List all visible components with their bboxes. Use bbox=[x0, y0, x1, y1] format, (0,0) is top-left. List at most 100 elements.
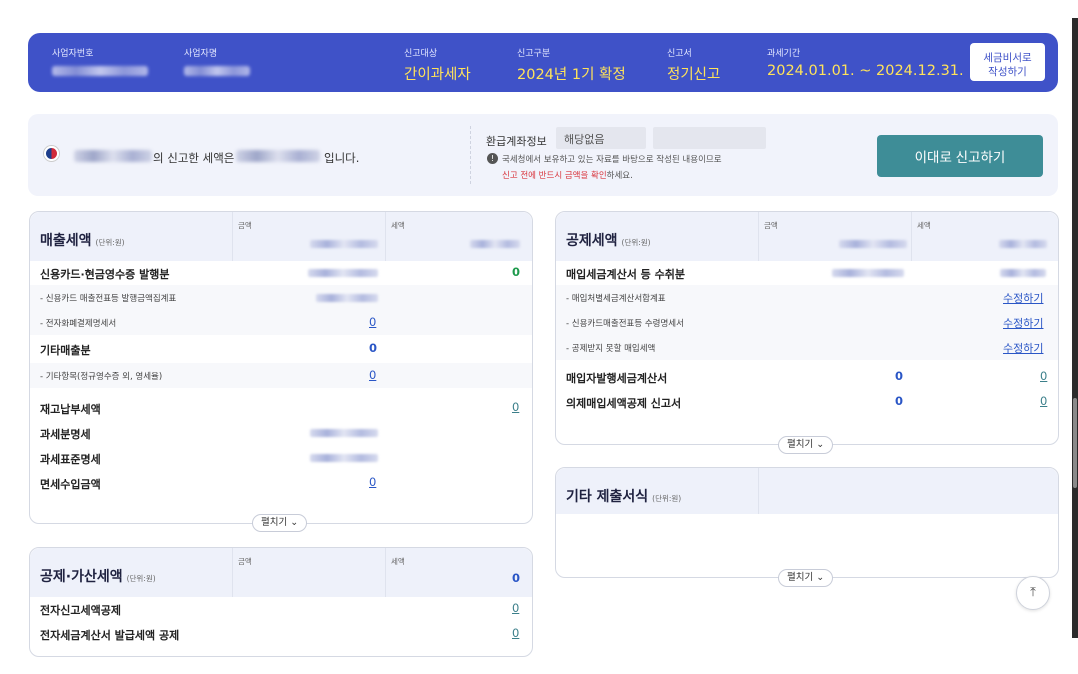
col-amount-label: 금액 bbox=[238, 221, 252, 230]
row-sub-label: - 매입처별세금계산서합계표 bbox=[566, 294, 666, 304]
table-row: 전자세금계산서 발급세액 공제 0 bbox=[30, 621, 532, 646]
col-tax-label: 세액 bbox=[391, 557, 405, 566]
biz-no-value-masked bbox=[52, 66, 148, 76]
other-forms-title-text: 기타 제출서식 bbox=[566, 489, 649, 505]
buyer-invoice-tax-link[interactable]: 0 bbox=[1040, 369, 1047, 383]
deduction-title-text: 공제세액 bbox=[566, 233, 618, 249]
expand-button[interactable]: 펼치기 ⌄ bbox=[252, 514, 308, 532]
file-as-is-button[interactable]: 이대로 신고하기 bbox=[877, 135, 1043, 177]
col-separator bbox=[232, 548, 233, 597]
biz-name-label: 사업자명 bbox=[184, 49, 218, 59]
expand-button[interactable]: 펼치기 ⌄ bbox=[778, 569, 834, 587]
row-label: 과세분명세 bbox=[40, 428, 91, 441]
e-invoice-credit-link[interactable]: 0 bbox=[512, 626, 519, 640]
deduction-tax-total-masked bbox=[999, 240, 1047, 248]
other-forms-card-header: 기타 제출서식 (단위:원) bbox=[556, 468, 1058, 514]
deduct-add-card-header: 공제·가산세액 (단위:원) 금액 세액 0 bbox=[30, 548, 532, 597]
row-amount-value: 0 bbox=[369, 341, 378, 355]
e-money-amount-link[interactable]: 0 bbox=[369, 315, 376, 329]
row-label: 전자신고세액공제 bbox=[40, 604, 121, 617]
table-row: 기타매출분 0 bbox=[30, 336, 532, 361]
col-tax-label: 세액 bbox=[391, 221, 405, 230]
col-separator bbox=[385, 548, 386, 597]
row-label: 기타매출분 bbox=[40, 344, 91, 357]
table-row: - 기타항목(정규영수증 외, 영세율) 0 bbox=[30, 363, 532, 388]
other-item-amount-link[interactable]: 0 bbox=[369, 368, 376, 382]
filing-info-header: 사업자번호 사업자명 신고대상 간이과세자 신고구분 2024년 1기 확정 신… bbox=[28, 33, 1058, 92]
other-forms-card: 기타 제출서식 (단위:원) 펼치기 ⌄ bbox=[555, 467, 1059, 587]
expand-button[interactable]: 펼치기 ⌄ bbox=[778, 436, 834, 454]
edit-link[interactable]: 수정하기 bbox=[1003, 340, 1043, 356]
arrow-up-icon[interactable]: ⤒ bbox=[1016, 576, 1050, 610]
table-row: 전자신고세액공제 0 bbox=[30, 596, 532, 621]
biz-name-value-masked bbox=[184, 66, 250, 76]
deduct-add-unit: (단위:원) bbox=[126, 574, 156, 583]
form-label: 신고서 bbox=[667, 49, 692, 59]
other-forms-title: 기타 제출서식 (단위:원) bbox=[566, 486, 681, 506]
deemed-tax-link[interactable]: 0 bbox=[1040, 394, 1047, 408]
col-separator bbox=[758, 468, 759, 514]
table-row: - 전자화폐결제명세서 0 bbox=[30, 310, 532, 335]
amount-masked bbox=[310, 429, 378, 437]
sales-amount-total-masked bbox=[310, 240, 378, 248]
taxpayer-name-masked bbox=[74, 150, 152, 162]
type-label: 신고구분 bbox=[517, 49, 551, 59]
table-row: - 매입처별세금계산서합계표 수정하기 bbox=[556, 285, 1058, 310]
table-row: 신용카드·현금영수증 발행분 0 bbox=[30, 260, 532, 285]
notice-line-2: 신고 전에 반드시 금액을 확인하세요. bbox=[502, 169, 633, 181]
row-sub-label: - 기타항목(정규영수증 외, 영세율) bbox=[40, 372, 163, 382]
table-row: - 신용카드매출전표등 수령명세서 수정하기 bbox=[556, 310, 1058, 335]
table-row: 과세표준명세 bbox=[30, 445, 532, 470]
amount-masked bbox=[308, 269, 378, 277]
sales-tax-card: 매출세액 (단위:원) 금액 세액 신용카드·현금영수증 발행분 0 - 신용카드… bbox=[29, 211, 533, 532]
sales-tax-unit: (단위:원) bbox=[95, 238, 125, 247]
deduct-add-total-value: 0 bbox=[512, 571, 521, 585]
tax-amount-masked bbox=[236, 150, 320, 162]
tax-assistant-button[interactable]: 세금비서로 작성하기 bbox=[970, 43, 1045, 81]
target-value: 간이과세자 bbox=[404, 67, 471, 83]
table-row: - 신용카드 매출전표등 발행금액집계표 bbox=[30, 285, 532, 310]
table-row: 매입세금계산서 등 수취분 bbox=[556, 260, 1058, 285]
col-separator bbox=[385, 212, 386, 261]
amount-masked bbox=[310, 454, 378, 462]
expand-label: 펼치기 bbox=[261, 517, 288, 528]
page-scrollbar[interactable] bbox=[1072, 18, 1078, 638]
row-sub-label: - 신용카드 매출전표등 발행금액집계표 bbox=[40, 294, 177, 304]
inventory-tax-link[interactable]: 0 bbox=[512, 400, 519, 414]
row-sub-label: - 공제받지 못할 매입세액 bbox=[566, 344, 656, 354]
edit-link[interactable]: 수정하기 bbox=[1003, 290, 1043, 306]
table-row: 매입자발행세금계산서 0 0 bbox=[556, 364, 1058, 389]
summary-divider bbox=[470, 126, 471, 184]
info-icon: ! bbox=[487, 153, 498, 164]
col-amount-label: 금액 bbox=[238, 557, 252, 566]
deduct-add-tax-card: 공제·가산세액 (단위:원) 금액 세액 0 전자신고세액공제 0 전자세금계산서… bbox=[29, 547, 533, 657]
sales-tax-total-masked bbox=[470, 240, 520, 248]
amount-masked bbox=[832, 269, 904, 277]
row-amount-value: 0 bbox=[895, 394, 904, 408]
chevron-down-icon: ⌄ bbox=[816, 572, 825, 583]
scrollbar-thumb[interactable] bbox=[1073, 398, 1077, 488]
row-label: 재고납부세액 bbox=[40, 403, 101, 416]
chevron-down-icon: ⌄ bbox=[816, 439, 825, 450]
table-row: 재고납부세액 0 bbox=[30, 395, 532, 420]
edit-link[interactable]: 수정하기 bbox=[1003, 315, 1043, 331]
row-label: 의제매입세액공제 신고서 bbox=[566, 397, 682, 410]
row-amount-value: 0 bbox=[895, 369, 904, 383]
row-sub-label: - 신용카드매출전표등 수령명세서 bbox=[566, 319, 684, 329]
target-label: 신고대상 bbox=[404, 49, 438, 59]
col-separator bbox=[232, 212, 233, 261]
expand-label: 펼치기 bbox=[787, 439, 814, 450]
page: 사업자번호 사업자명 신고대상 간이과세자 신고구분 2024년 1기 확정 신… bbox=[0, 0, 1078, 674]
row-label: 전자세금계산서 발급세액 공제 bbox=[40, 629, 180, 642]
row-label: 매입세금계산서 등 수취분 bbox=[566, 268, 685, 281]
type-value: 2024년 1기 확정 bbox=[517, 67, 626, 83]
refund-account-label: 환급계좌정보 bbox=[486, 135, 547, 148]
e-filing-credit-link[interactable]: 0 bbox=[512, 601, 519, 615]
summary-text-end: 입니다. bbox=[324, 151, 360, 165]
deduct-add-title-text: 공제·가산세액 bbox=[40, 569, 123, 585]
expand-label: 펼치기 bbox=[787, 572, 814, 583]
notice-warning-text: 신고 전에 반드시 금액을 확인 bbox=[502, 171, 607, 181]
exempt-amount-link[interactable]: 0 bbox=[369, 475, 376, 489]
table-row: 의제매입세액공제 신고서 0 0 bbox=[556, 389, 1058, 414]
row-sub-label: - 전자화폐결제명세서 bbox=[40, 319, 117, 329]
